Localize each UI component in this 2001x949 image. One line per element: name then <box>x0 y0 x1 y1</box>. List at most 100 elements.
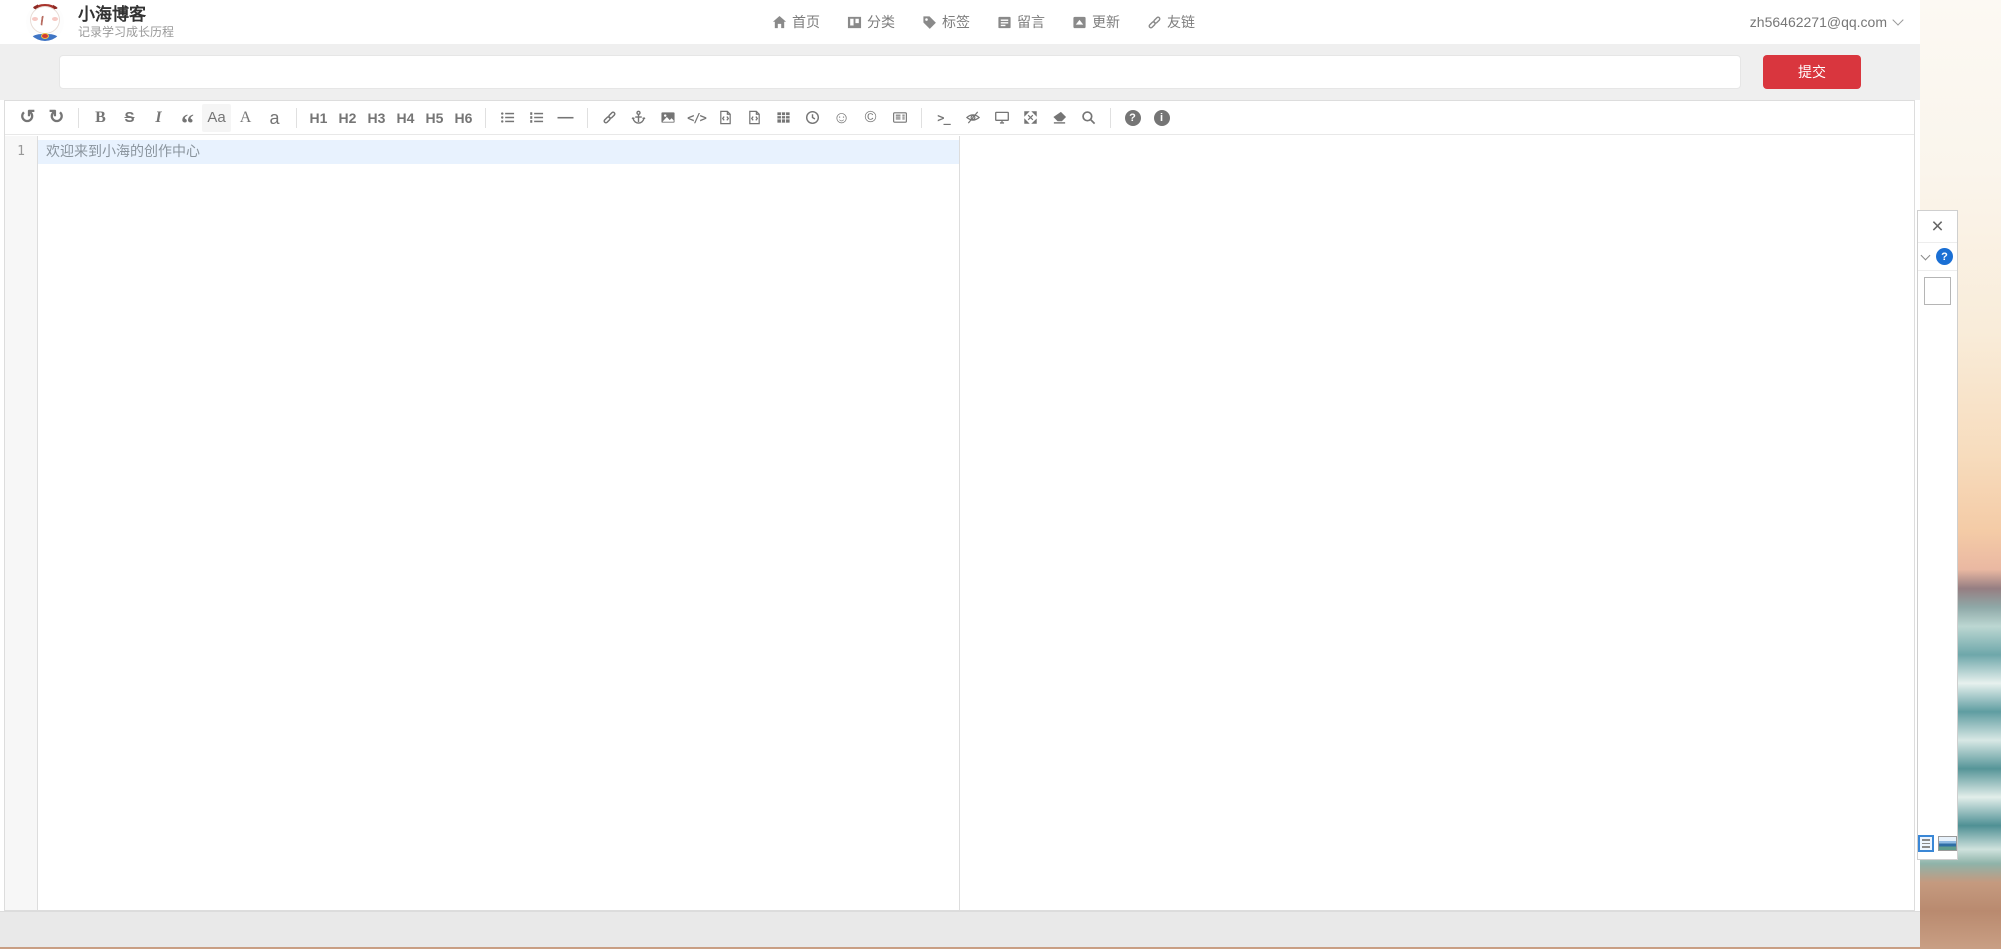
preview-pane <box>960 136 1914 910</box>
table-button[interactable] <box>769 104 798 132</box>
search-button[interactable] <box>1074 104 1103 132</box>
line-number-gutter: 1 <box>5 136 38 910</box>
info-button[interactable]: i <box>1147 104 1176 132</box>
h4-icon: H4 <box>397 111 415 125</box>
ucwords-button[interactable]: Aa <box>202 104 231 132</box>
eye-slash-icon <box>965 110 981 125</box>
help-button[interactable]: ? <box>1118 104 1147 132</box>
logo-cheek <box>32 17 38 21</box>
code-block-button[interactable] <box>740 104 769 132</box>
active-line[interactable]: 欢迎来到小海的创作中心 <box>38 140 959 164</box>
lowercase-icon: a <box>269 109 279 127</box>
nav-label: 标签 <box>942 12 970 32</box>
source-pane: 1 欢迎来到小海的创作中心 <box>5 136 960 910</box>
uppercase-button[interactable]: A <box>231 104 260 132</box>
redo-button[interactable]: ↻ <box>42 104 71 132</box>
code-icon: </> <box>687 112 706 124</box>
h4-button[interactable]: H4 <box>391 104 420 132</box>
h2-icon: H2 <box>339 111 357 125</box>
category-icon <box>847 15 862 30</box>
strikethrough-icon: S <box>124 110 134 125</box>
help-icon: ? <box>1125 110 1141 126</box>
site-subtitle: 记录学习成长历程 <box>78 25 174 40</box>
eraser-icon <box>1052 110 1067 125</box>
toolbar-separator <box>296 108 297 128</box>
h3-button[interactable]: H3 <box>362 104 391 132</box>
list-ol-icon <box>529 110 544 125</box>
side-widget-spacer <box>1918 305 1957 835</box>
close-icon[interactable]: × <box>1918 211 1957 243</box>
toolbar-separator <box>78 108 79 128</box>
image-view-icon[interactable] <box>1938 836 1957 851</box>
code-button[interactable]: </> <box>682 104 711 132</box>
side-widget-panel: × ? <box>1917 210 1958 860</box>
account-menu[interactable]: zh56462271@qq.com <box>1750 0 1902 44</box>
logo-badge <box>41 33 49 39</box>
preview-button[interactable] <box>987 104 1016 132</box>
nav-item-tag[interactable]: 标签 <box>922 12 970 32</box>
ucwords-icon: Aa <box>207 110 225 125</box>
file-code-block-icon <box>747 110 762 125</box>
nav-item-update[interactable]: 更新 <box>1072 12 1120 32</box>
nav-item-home[interactable]: 首页 <box>772 12 820 32</box>
nav-item-friend-links[interactable]: 友链 <box>1147 12 1195 32</box>
fullscreen-button[interactable] <box>1016 104 1045 132</box>
undo-button[interactable]: ↺ <box>13 104 42 132</box>
h6-button[interactable]: H6 <box>449 104 478 132</box>
page-container: 小海博客 记录学习成长历程 首页 分类 标签 <box>0 0 1920 947</box>
toolbar-separator <box>485 108 486 128</box>
horizontal-rule-button[interactable]: — <box>551 104 580 132</box>
h5-button[interactable]: H5 <box>420 104 449 132</box>
uppercase-icon: A <box>240 110 252 126</box>
redo-icon: ↻ <box>49 108 65 127</box>
nav-item-message[interactable]: 留言 <box>997 12 1045 32</box>
desktop-icon <box>994 110 1010 125</box>
pagebreak-button[interactable] <box>885 104 914 132</box>
preformatted-text-button[interactable] <box>711 104 740 132</box>
help-circle-icon[interactable]: ? <box>1936 248 1953 265</box>
strikethrough-button[interactable]: S <box>115 104 144 132</box>
h1-button[interactable]: H1 <box>304 104 333 132</box>
watch-button[interactable] <box>958 104 987 132</box>
h5-icon: H5 <box>426 111 444 125</box>
image-button[interactable] <box>653 104 682 132</box>
bold-button[interactable]: B <box>86 104 115 132</box>
editor-body: 1 欢迎来到小海的创作中心 <box>5 136 1914 910</box>
undo-icon: ↺ <box>20 108 36 127</box>
clear-button[interactable] <box>1045 104 1074 132</box>
toolbar-separator <box>921 108 922 128</box>
emoji-button[interactable]: ☺ <box>827 104 856 132</box>
update-icon <box>1072 15 1087 30</box>
nav-label: 留言 <box>1017 12 1045 32</box>
nav-label: 更新 <box>1092 12 1120 32</box>
friend-link-icon <box>1147 15 1162 30</box>
nav-item-category[interactable]: 分类 <box>847 12 895 32</box>
message-icon <box>997 15 1012 30</box>
clock-icon <box>805 110 820 125</box>
newspaper-icon <box>892 110 908 125</box>
anchor-button[interactable] <box>624 104 653 132</box>
h2-button[interactable]: H2 <box>333 104 362 132</box>
quote-button[interactable]: “ <box>173 104 202 132</box>
lowercase-button[interactable]: a <box>260 104 289 132</box>
code-input-area[interactable]: 欢迎来到小海的创作中心 <box>38 136 959 910</box>
list-view-icon[interactable] <box>1918 835 1934 852</box>
html-entities-button[interactable]: © <box>856 104 885 132</box>
goto-line-button[interactable]: >_ <box>929 104 958 132</box>
account-email: zh56462271@qq.com <box>1750 14 1887 30</box>
side-widget-controls: ? <box>1918 243 1957 271</box>
emoji-icon: ☺ <box>833 109 850 126</box>
side-widget-input[interactable] <box>1924 277 1951 305</box>
chevron-down-icon[interactable] <box>1921 250 1931 260</box>
info-icon: i <box>1154 110 1170 126</box>
link-button[interactable] <box>595 104 624 132</box>
datetime-button[interactable] <box>798 104 827 132</box>
site-logo-avatar[interactable] <box>26 3 64 41</box>
unordered-list-button[interactable] <box>493 104 522 132</box>
submit-button[interactable]: 提交 <box>1763 55 1861 89</box>
ordered-list-button[interactable] <box>522 104 551 132</box>
post-title-input[interactable] <box>59 55 1741 89</box>
quote-icon: “ <box>181 108 194 128</box>
italic-button[interactable]: I <box>144 104 173 132</box>
tag-icon <box>922 15 937 30</box>
